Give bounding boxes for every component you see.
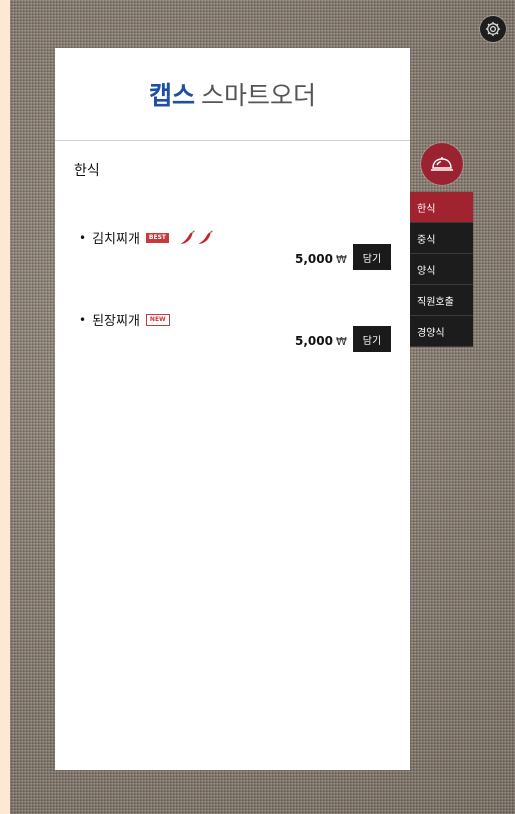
- spicy-indicator: [179, 230, 213, 246]
- item-name-row: • 된장찌개 NEW: [79, 310, 170, 329]
- brand-logo: 캡스 스마트오더: [149, 76, 316, 112]
- price-value: 5,000: [295, 252, 333, 266]
- category-title: 한식: [74, 163, 100, 179]
- best-badge: BEST: [145, 232, 170, 243]
- brand-light: 스마트오더: [201, 81, 317, 110]
- bullet: •: [79, 312, 87, 327]
- add-to-cart-button[interactable]: 담기: [353, 244, 391, 270]
- item-price: 5,000 ₩: [295, 334, 347, 348]
- menu-panel: 캡스 스마트오더 한식 • 김치찌개 BEST 5,000 ₩ 담기 • 된장찌…: [55, 48, 410, 770]
- sidebar-item-staff-call[interactable]: 직원호출: [410, 285, 473, 316]
- cloche-icon: [431, 157, 453, 171]
- header: 캡스 스마트오더: [55, 48, 410, 141]
- menu-item: • 된장찌개 NEW 5,000 ₩ 담기: [55, 310, 410, 370]
- chili-pepper-icon: [198, 230, 213, 244]
- menu-item: • 김치찌개 BEST 5,000 ₩ 담기: [55, 228, 410, 288]
- price-value: 5,000: [295, 334, 333, 348]
- currency-symbol: ₩: [335, 335, 347, 348]
- add-to-cart-button[interactable]: 담기: [353, 326, 391, 352]
- category-sidebar: 한식 중식 양식 직원호출 경양식: [410, 192, 473, 347]
- bullet: •: [79, 230, 87, 245]
- sidebar-item-western[interactable]: 양식: [410, 254, 473, 285]
- item-name-row: • 김치찌개 BEST: [79, 228, 213, 247]
- brand-strong: 캡스: [148, 81, 195, 110]
- settings-button[interactable]: [480, 16, 506, 42]
- sidebar-item-chinese[interactable]: 중식: [410, 223, 473, 254]
- item-name: 김치찌개: [92, 232, 140, 247]
- item-name: 된장찌개: [92, 314, 140, 329]
- item-price: 5,000 ₩: [295, 252, 347, 266]
- sidebar-item-korean[interactable]: 한식: [410, 192, 473, 223]
- service-call-button[interactable]: [421, 143, 463, 185]
- chili-pepper-icon: [180, 230, 195, 244]
- gear-icon: [485, 21, 501, 37]
- currency-symbol: ₩: [335, 253, 347, 266]
- sidebar-item-light-western[interactable]: 경양식: [410, 316, 473, 347]
- new-badge: NEW: [145, 313, 170, 326]
